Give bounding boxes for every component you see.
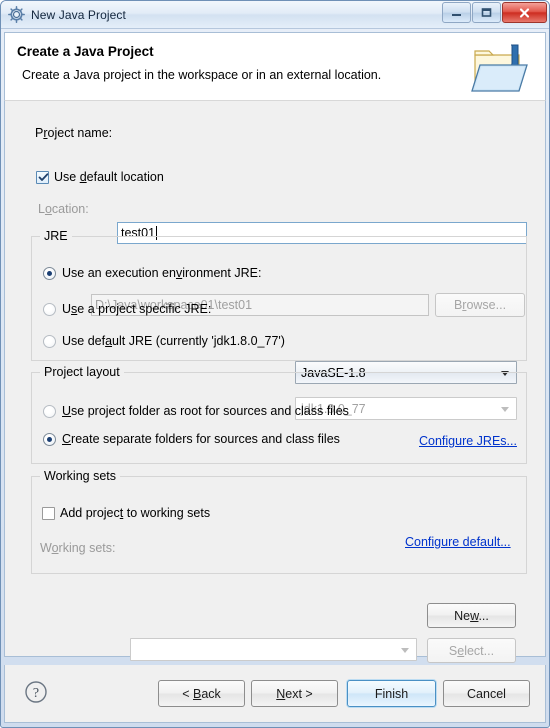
radio-dot [47, 436, 52, 442]
radio-separate-folders-label: Create separate folders for sources and … [62, 432, 340, 446]
finish-button-label: Finish [374, 686, 409, 701]
select-button-label: Select... [448, 643, 495, 658]
title-bar: New Java Project [1, 1, 549, 29]
working-sets-combo [130, 638, 417, 661]
java-project-folder-icon [471, 39, 533, 95]
use-default-location-checkbox[interactable]: Use default location [36, 170, 164, 184]
wizard-header: Create a Java Project Create a Java proj… [4, 32, 546, 100]
chevron-down-icon [401, 647, 409, 653]
project-layout-group-title: Project layout [40, 365, 124, 379]
radio-dot [47, 270, 52, 276]
svg-text:?: ? [33, 686, 39, 701]
radio-project-folder-root[interactable]: Use project folder as root for sources a… [43, 404, 349, 418]
checkbox-unchecked-box [42, 506, 55, 520]
radio-selected-indicator [43, 266, 56, 280]
finish-button[interactable]: Finish [347, 680, 436, 707]
close-icon [519, 7, 530, 18]
cancel-button-label: Cancel [467, 686, 506, 701]
new-working-set-button[interactable]: New... [427, 603, 516, 628]
page-description: Create a Java project in the workspace o… [22, 68, 382, 82]
wizard-body: Project name: test01 Use default locatio… [4, 100, 546, 663]
next-button-label: Next > [276, 686, 313, 701]
location-row: Location: [38, 202, 89, 216]
maximize-button[interactable] [472, 2, 501, 23]
new-button-label: New... [454, 608, 489, 623]
project-name-row: Project name: [35, 126, 112, 140]
checkbox-checked-box [36, 170, 49, 184]
radio-project-specific-jre[interactable]: Use a project specific JRE: [43, 302, 211, 316]
working-sets-group: Working sets [31, 469, 527, 574]
working-sets-label-row: Working sets: [40, 541, 116, 555]
page-title: Create a Java Project [17, 44, 154, 59]
check-icon [38, 172, 49, 181]
radio-unselected-indicator [43, 334, 56, 348]
add-project-to-working-sets-checkbox[interactable]: Add project to working sets [42, 506, 210, 520]
dialog-footer: ? < Back Next > Finish Cancel [4, 665, 546, 723]
caption-buttons [441, 2, 547, 23]
new-java-project-dialog: New Java Project Create a Java Project C… [0, 0, 550, 728]
add-project-to-working-sets-label: Add project to working sets [60, 506, 211, 520]
radio-separate-folders[interactable]: Create separate folders for sources and … [43, 432, 340, 446]
radio-unselected-indicator [43, 302, 56, 316]
back-button-label: < Back [182, 686, 221, 701]
minimize-icon [452, 14, 461, 16]
minimize-button[interactable] [442, 2, 471, 23]
maximize-icon [481, 8, 492, 17]
project-layout-group: Project layout [31, 365, 527, 464]
radio-default-jre-label: Use default JRE (currently 'jdk1.8.0_77'… [62, 334, 285, 348]
next-button[interactable]: Next > [251, 680, 338, 707]
radio-execution-environment-label: Use an execution environment JRE: [62, 266, 262, 280]
radio-default-jre[interactable]: Use default JRE (currently 'jdk1.8.0_77'… [43, 334, 285, 348]
gear-icon [8, 6, 25, 23]
back-button[interactable]: < Back [158, 680, 245, 707]
select-working-set-button: Select... [427, 638, 516, 663]
close-button[interactable] [502, 2, 547, 23]
project-name-label: Project name: [35, 126, 113, 140]
cancel-button[interactable]: Cancel [443, 680, 530, 707]
jre-group-title: JRE [40, 229, 72, 243]
radio-project-specific-label: Use a project specific JRE: [62, 302, 212, 316]
location-label: Location: [38, 202, 89, 216]
radio-unselected-indicator [43, 404, 56, 418]
help-question-icon: ? [25, 681, 47, 703]
radio-execution-environment-jre[interactable]: Use an execution environment JRE: [43, 266, 261, 280]
help-button[interactable]: ? [24, 680, 48, 704]
working-sets-label: Working sets: [40, 541, 116, 555]
radio-project-folder-root-label: Use project folder as root for sources a… [62, 404, 349, 418]
use-default-location-label: Use default location [54, 170, 164, 184]
window-title: New Java Project [31, 7, 126, 22]
radio-selected-indicator [43, 432, 56, 446]
working-sets-group-title: Working sets [40, 469, 121, 483]
